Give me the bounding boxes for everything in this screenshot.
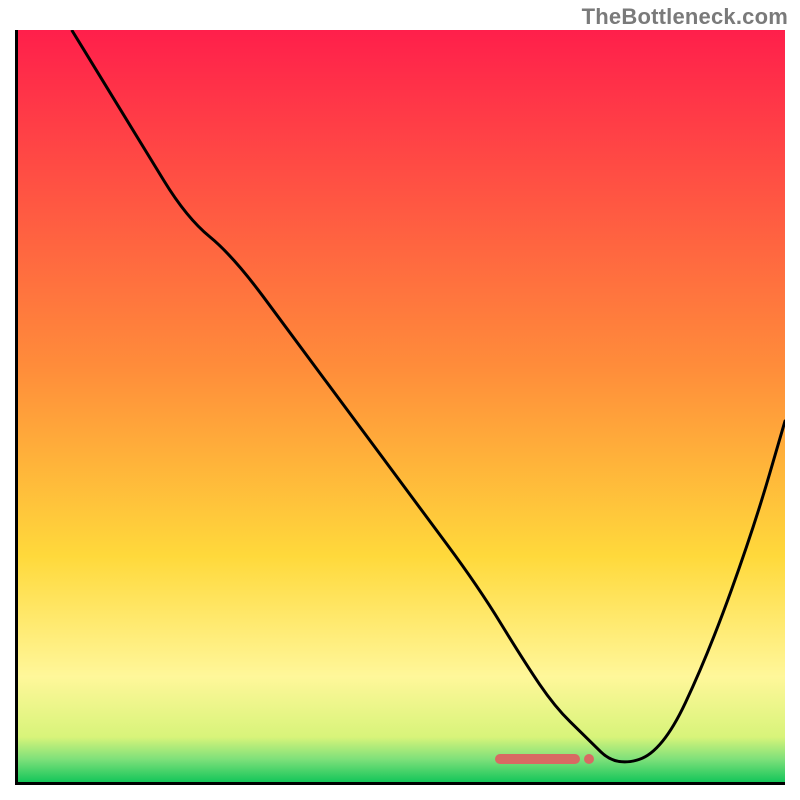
curve-path	[72, 30, 785, 762]
chart-container: TheBottleneck.com	[0, 0, 800, 800]
plot-area	[15, 30, 785, 785]
optimal-range-marker	[495, 754, 580, 764]
bottleneck-curve	[18, 30, 785, 782]
watermark-text: TheBottleneck.com	[582, 4, 788, 30]
